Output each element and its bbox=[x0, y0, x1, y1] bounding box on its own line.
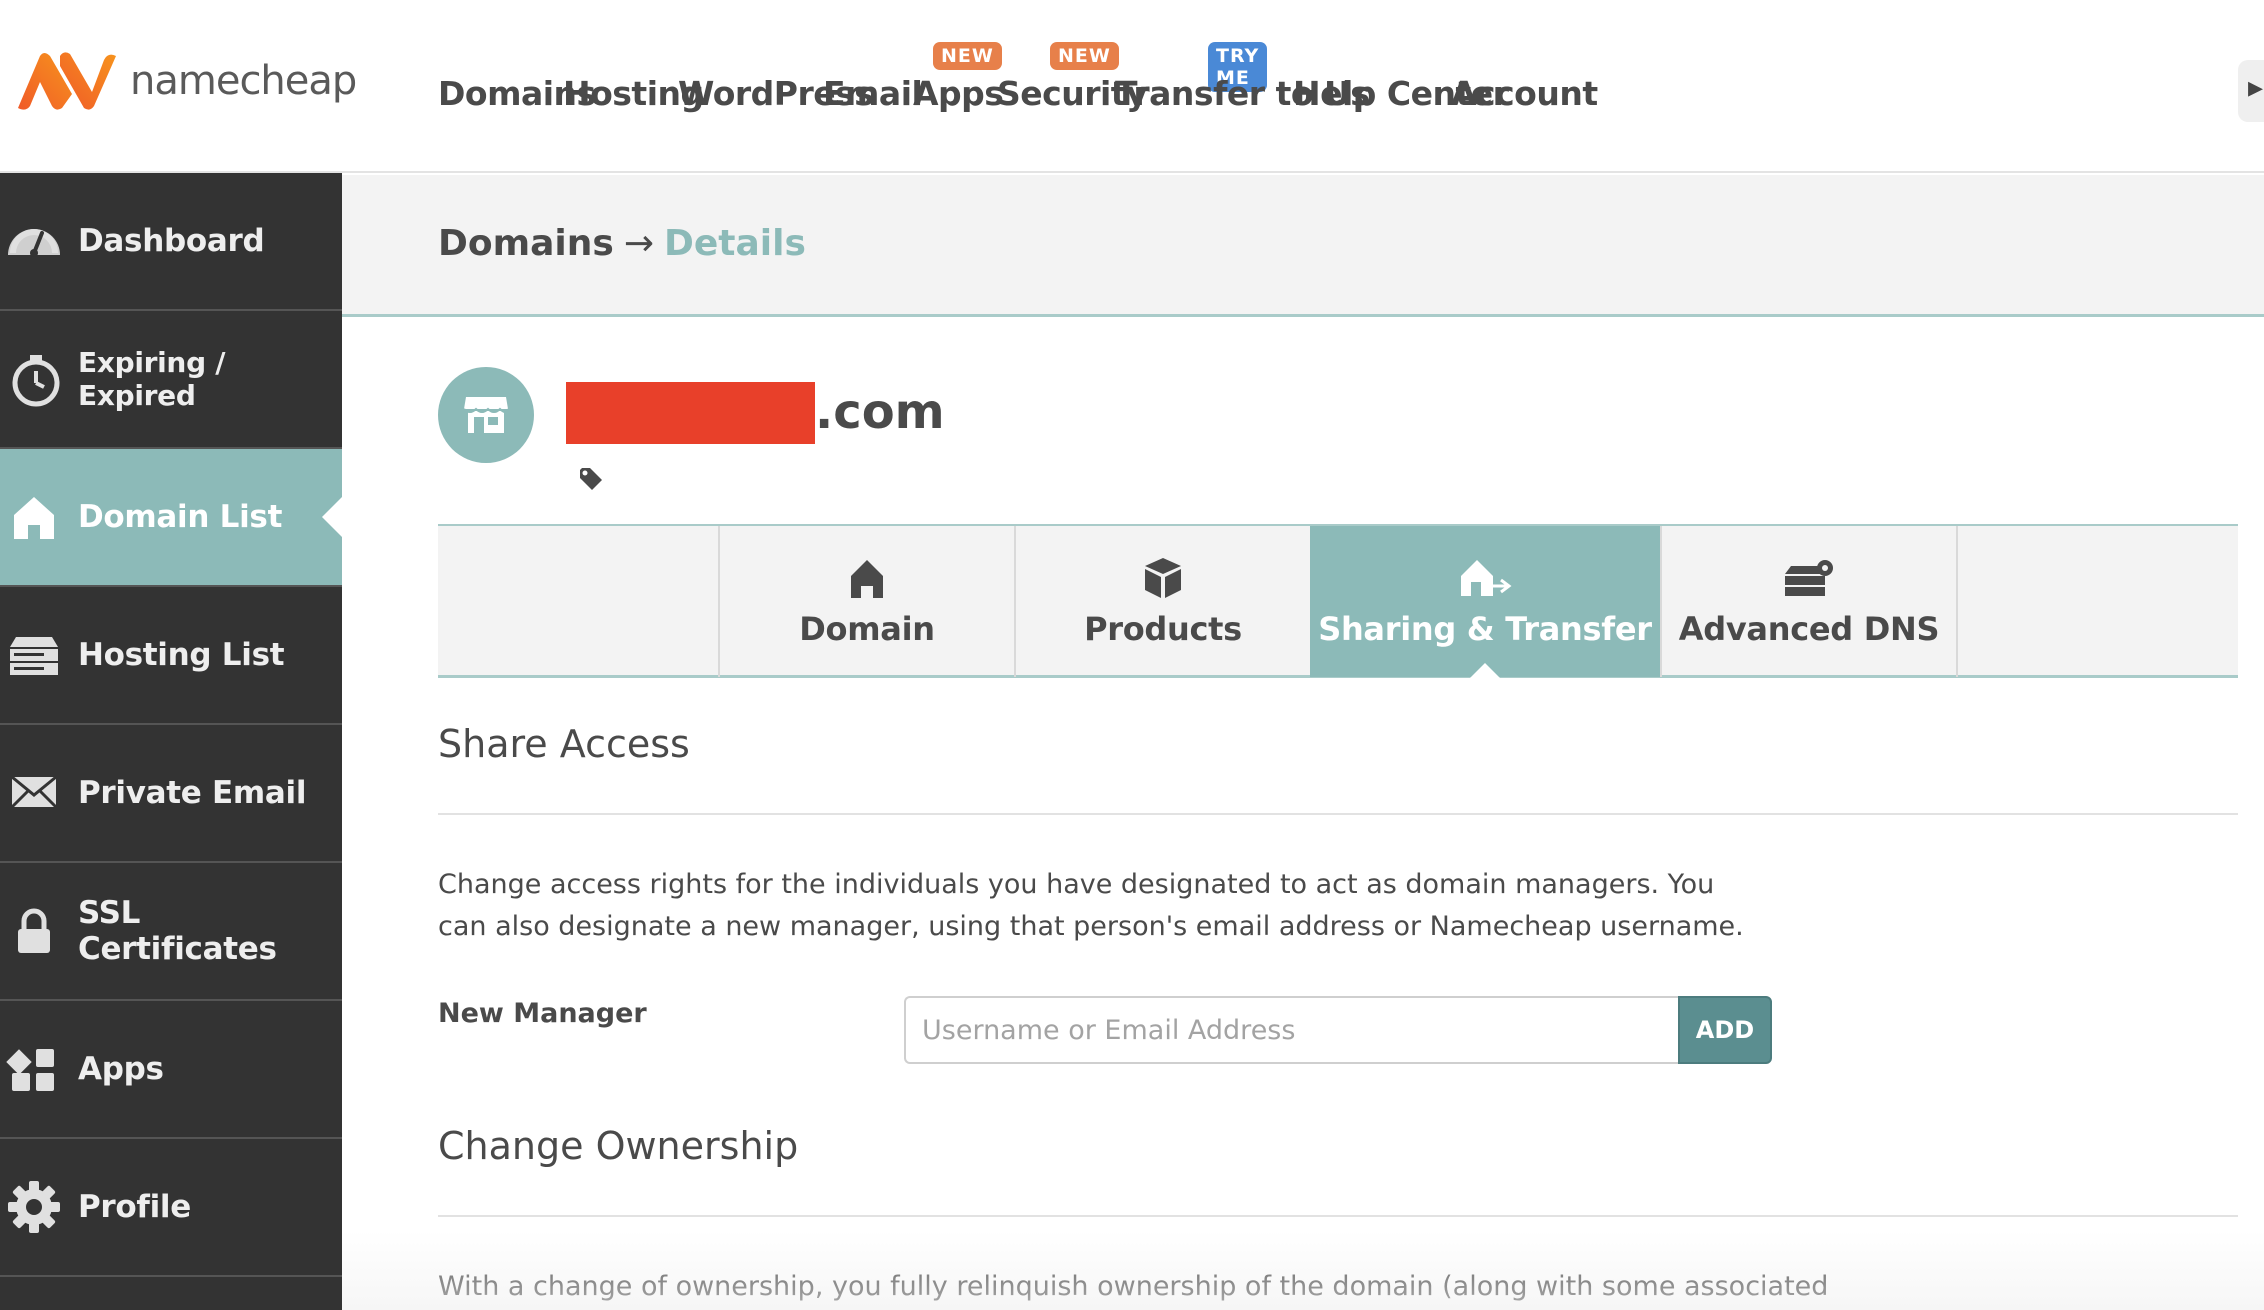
namecheap-logo[interactable]: namecheap bbox=[14, 50, 357, 112]
new-manager-label: New Manager bbox=[438, 998, 647, 1029]
namecheap-logo-icon bbox=[18, 52, 116, 110]
share-access-title: Share Access bbox=[438, 722, 690, 766]
divider bbox=[438, 813, 2238, 815]
breadcrumb-arrow: → bbox=[623, 223, 654, 264]
change-ownership-title: Change Ownership bbox=[438, 1124, 799, 1168]
lock-icon bbox=[18, 908, 50, 953]
server-icon bbox=[10, 637, 58, 675]
divider bbox=[438, 1215, 2238, 1217]
nav-apps[interactable]: Apps bbox=[913, 74, 1004, 113]
sidebar-item-private-email[interactable]: Private Email bbox=[0, 725, 342, 863]
sidebar-item-label: Private Email bbox=[78, 775, 307, 811]
tab-domain[interactable]: Domain bbox=[718, 526, 1014, 677]
domain-avatar bbox=[438, 367, 534, 463]
sidebar: Dashboard Expiring / Expired Domain List… bbox=[0, 173, 342, 1310]
tab-blank-right bbox=[1956, 526, 2238, 677]
sidebar-item-profile[interactable]: Profile bbox=[0, 1139, 342, 1277]
home-icon bbox=[851, 560, 883, 598]
tab-products[interactable]: Products bbox=[1014, 526, 1310, 677]
home-icon bbox=[14, 497, 54, 539]
sidebar-item-label: Apps bbox=[78, 1051, 164, 1087]
redacted-domain-name bbox=[566, 382, 815, 444]
tab-label: Products bbox=[1084, 610, 1242, 648]
tab-label: Advanced DNS bbox=[1678, 610, 1940, 648]
add-manager-button[interactable]: ADD bbox=[1678, 996, 1772, 1064]
sidebar-item-apps[interactable]: Apps bbox=[0, 1001, 342, 1139]
change-ownership-description: With a change of ownership, you fully re… bbox=[438, 1271, 1829, 1302]
domain-tabs: Domain Products Sharing & Transfer Advan… bbox=[438, 524, 2238, 679]
sidebar-item-hosting-list[interactable]: Hosting List bbox=[0, 587, 342, 725]
sidebar-item-dashboard[interactable]: Dashboard bbox=[0, 173, 342, 311]
sidebar-item-label: SSL Certificates bbox=[78, 895, 277, 967]
nav-email[interactable]: Email bbox=[823, 74, 923, 113]
breadcrumb-band: Domains → Details bbox=[342, 175, 2264, 317]
breadcrumb-domains[interactable]: Domains bbox=[438, 223, 614, 264]
sidebar-item-label: Domain List bbox=[78, 499, 283, 535]
brand-name: namecheap bbox=[130, 58, 357, 104]
sidebar-item-label: Hosting List bbox=[78, 637, 285, 673]
tab-label: Domain bbox=[799, 610, 935, 648]
dns-server-gear-icon bbox=[1785, 560, 1833, 596]
sidebar-item-label: Profile bbox=[78, 1189, 191, 1225]
new-badge: NEW bbox=[1050, 42, 1119, 70]
sidebar-item-label: Expiring / Expired bbox=[78, 346, 226, 412]
storefront-icon bbox=[463, 397, 509, 433]
more-menu-icon[interactable]: ▸ bbox=[2238, 60, 2264, 122]
top-header: namecheap Domains Hosting WordPress Emai… bbox=[0, 0, 2264, 173]
nav-account[interactable]: Account bbox=[1451, 74, 1598, 113]
speedometer-icon bbox=[8, 229, 60, 257]
sidebar-item-label: Dashboard bbox=[78, 223, 265, 259]
domain-tld: .com bbox=[815, 384, 945, 440]
tab-advanced-dns[interactable]: Advanced DNS bbox=[1660, 526, 1956, 677]
breadcrumb: Domains → Details bbox=[438, 223, 806, 264]
sidebar-item-domain-list[interactable]: Domain List bbox=[0, 449, 342, 587]
apps-grid-icon bbox=[6, 1049, 54, 1091]
tab-blank-left bbox=[438, 526, 718, 677]
new-badge: NEW bbox=[933, 42, 1002, 70]
package-icon bbox=[1145, 558, 1181, 598]
home-transfer-icon bbox=[1461, 560, 1512, 596]
tab-label: Sharing & Transfer bbox=[1318, 610, 1652, 648]
sidebar-item-ssl-certificates[interactable]: SSL Certificates bbox=[0, 863, 342, 1001]
new-manager-input[interactable] bbox=[904, 996, 1680, 1064]
gear-icon bbox=[8, 1181, 60, 1233]
breadcrumb-details: Details bbox=[664, 223, 806, 264]
tab-sharing-transfer[interactable]: Sharing & Transfer bbox=[1310, 526, 1660, 679]
envelope-icon bbox=[10, 775, 58, 809]
timer-icon bbox=[12, 355, 60, 407]
tag-icon[interactable] bbox=[578, 466, 604, 492]
sidebar-item-expiring-expired[interactable]: Expiring / Expired bbox=[0, 311, 342, 449]
share-access-description: Change access rights for the individuals… bbox=[438, 869, 1744, 942]
